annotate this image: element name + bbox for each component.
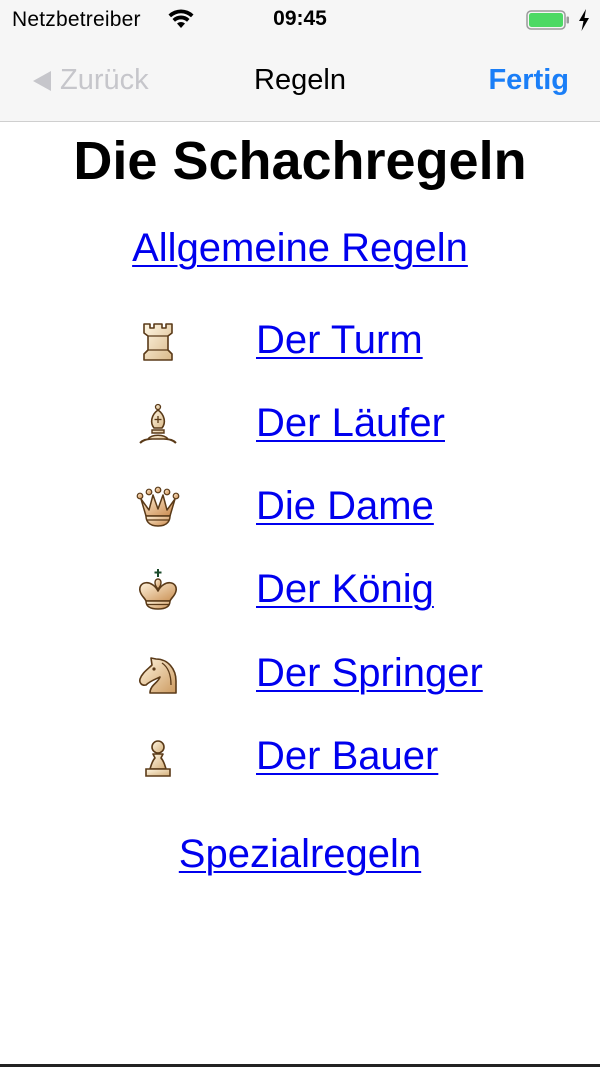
- special-rules-row: Spezialregeln: [0, 832, 600, 877]
- piece-row-queen: Die Dame: [0, 478, 600, 538]
- piece-row-rook: Der Turm: [0, 312, 600, 372]
- piece-row-king: Der König: [0, 561, 600, 621]
- piece-row-bishop: Der Läufer: [0, 395, 600, 455]
- charging-bolt-icon: [579, 9, 589, 31]
- knight-link[interactable]: Der Springer: [256, 651, 483, 696]
- queen-link[interactable]: Die Dame: [256, 484, 434, 529]
- pawn-link[interactable]: Der Bauer: [256, 734, 438, 779]
- battery-icon: [526, 10, 569, 30]
- pawn-icon: [145, 740, 171, 777]
- clock: 09:45: [273, 7, 327, 30]
- general-rules-link[interactable]: Allgemeine Regeln: [132, 226, 468, 270]
- done-button[interactable]: Fertig: [488, 64, 569, 97]
- king-icon: [139, 569, 177, 610]
- rook-icon: [143, 323, 173, 361]
- queen-icon: [136, 486, 180, 527]
- king-link[interactable]: Der König: [256, 567, 434, 612]
- knight-icon: [139, 657, 177, 694]
- rook-link[interactable]: Der Turm: [256, 318, 423, 363]
- navigation-bar: Zurück Regeln Fertig: [0, 40, 600, 122]
- bishop-icon: [139, 403, 177, 444]
- special-rules-link[interactable]: Spezialregeln: [179, 832, 421, 876]
- piece-row-knight: Der Springer: [0, 645, 600, 705]
- piece-row-pawn: Der Bauer: [0, 728, 600, 788]
- page-title: Die Schachregeln: [73, 131, 527, 191]
- bishop-link[interactable]: Der Läufer: [256, 401, 445, 446]
- general-rules-row: Allgemeine Regeln: [0, 226, 600, 271]
- status-bar: Netzbetreiber 09:45: [0, 0, 600, 40]
